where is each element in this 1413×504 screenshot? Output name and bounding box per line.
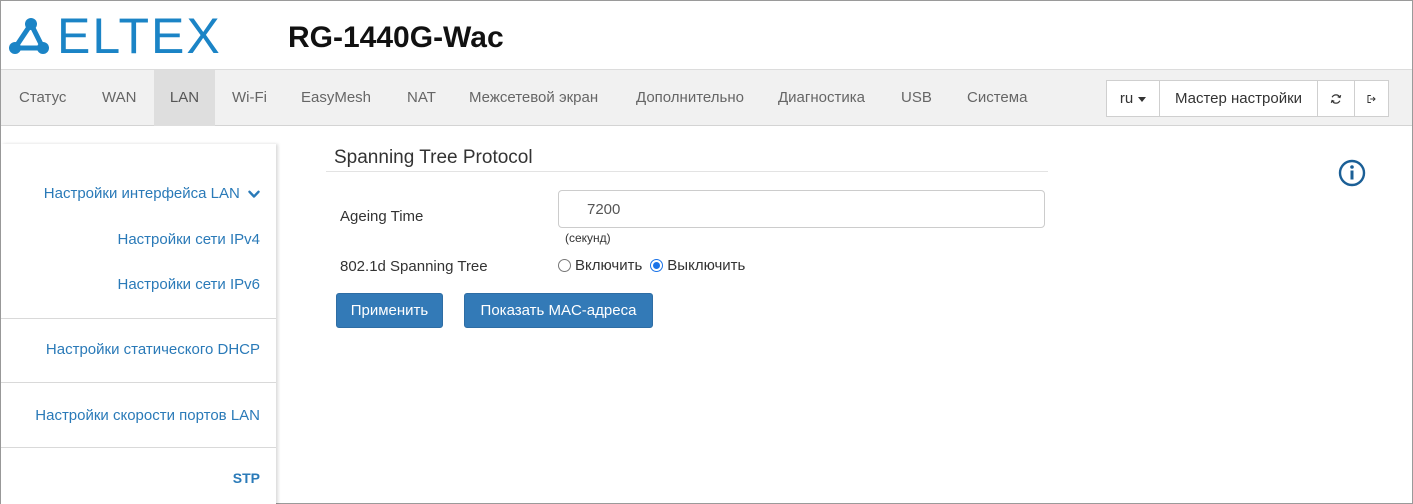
spanning-tree-radio-group: Включить Выключить [558, 257, 753, 274]
page-title: Spanning Tree Protocol [334, 147, 533, 168]
header: ELTEX RG-1440G-Wac [1, 1, 1412, 69]
sidebar-item-stp[interactable]: STP [233, 470, 260, 486]
ageing-time-label: Ageing Time [340, 208, 424, 225]
logo-text: ELTEX [57, 8, 222, 64]
chevron-down-icon [248, 190, 260, 198]
top-navbar: Статус WAN LAN Wi-Fi EasyMesh NAT Межсет… [1, 69, 1412, 126]
sidebar-item-ipv4[interactable]: Настройки сети IPv4 [118, 231, 261, 248]
language-dropdown[interactable]: ru [1106, 80, 1160, 117]
enable-radio[interactable] [558, 259, 571, 272]
disable-radio-label[interactable]: Выключить [667, 257, 745, 274]
nav-item-status[interactable]: Статус [9, 70, 76, 126]
nav-item-advanced[interactable]: Дополнительно [626, 70, 754, 126]
caret-down-icon [1138, 97, 1147, 102]
apply-button[interactable]: Применить [336, 293, 443, 328]
show-mac-addresses-button[interactable]: Показать MAC-адреса [464, 293, 653, 328]
sidebar-item-ipv6[interactable]: Настройки сети IPv6 [118, 276, 261, 293]
eltex-logo-icon [9, 18, 49, 54]
logout-button[interactable] [1354, 80, 1389, 117]
eltex-logo[interactable]: ELTEX [7, 11, 222, 61]
sidebar-item-static-dhcp[interactable]: Настройки статического DHCP [46, 341, 260, 358]
nav-item-wan[interactable]: WAN [92, 70, 146, 126]
sidebar-item-port-speed[interactable]: Настройки скорости портов LAN [35, 407, 260, 424]
sidebar-item-label: Настройки интерфейса LAN [43, 185, 240, 202]
refresh-button[interactable] [1317, 80, 1355, 117]
device-model: RG-1440G-Wac [288, 21, 504, 54]
spanning-tree-label: 802.1d Spanning Tree [340, 258, 488, 275]
sidebar: Настройки интерфейса LAN Настройки сети … [1, 144, 276, 504]
logout-icon [1367, 94, 1376, 103]
ageing-time-input[interactable] [558, 190, 1045, 228]
sidebar-divider [1, 447, 276, 448]
language-value: ru [1119, 90, 1134, 107]
sidebar-divider [1, 318, 276, 319]
sidebar-divider [1, 382, 276, 383]
nav-item-wifi[interactable]: Wi-Fi [222, 70, 277, 126]
nav-item-firewall[interactable]: Межсетевой экран [459, 70, 608, 126]
nav-item-nat[interactable]: NAT [397, 70, 446, 126]
navbar-right-controls: ru Мастер настройки [1106, 80, 1389, 117]
refresh-icon [1330, 93, 1342, 104]
enable-radio-label[interactable]: Включить [575, 257, 642, 274]
disable-radio[interactable] [650, 259, 664, 272]
ageing-time-unit-hint: (секунд) [565, 231, 611, 245]
nav-item-system[interactable]: Система [957, 70, 1037, 126]
nav-item-easymesh[interactable]: EasyMesh [291, 70, 381, 126]
title-divider [326, 171, 1048, 172]
nav-item-diagnostics[interactable]: Диагностика [768, 70, 875, 126]
nav-item-lan[interactable]: LAN [154, 70, 215, 126]
nav-item-usb[interactable]: USB [891, 70, 942, 126]
setup-wizard-button[interactable]: Мастер настройки [1159, 80, 1318, 117]
sidebar-item-lan-interface[interactable]: Настройки интерфейса LAN [44, 185, 260, 202]
info-icon[interactable] [1337, 158, 1367, 188]
